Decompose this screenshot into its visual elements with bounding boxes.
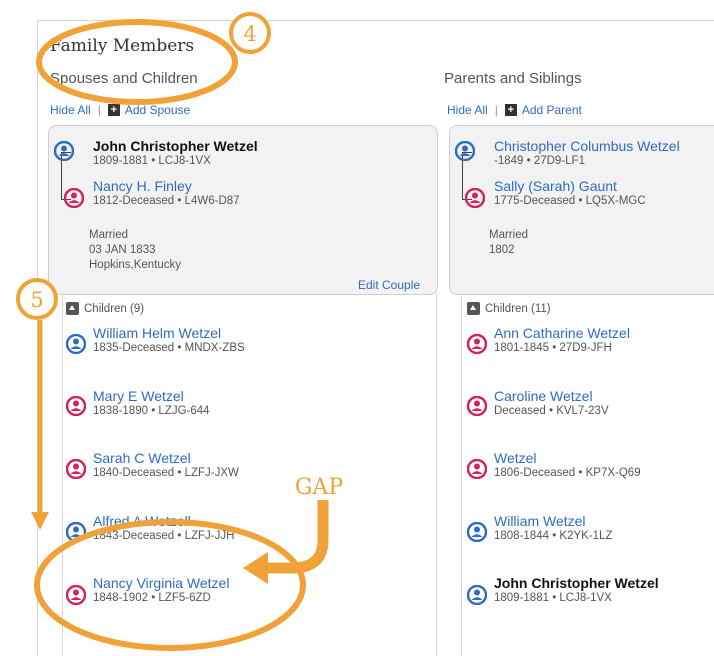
annotation-overlay: 4 5 GAP [16,12,343,651]
arrow-down-head [31,512,49,530]
highlight-ellipse-children [34,519,306,651]
highlight-ellipse-title [36,19,238,105]
gap-label: GAP [295,475,343,500]
step-4-label: 4 [243,22,256,46]
step-5-label: 5 [30,288,43,312]
gap-arrow-head [243,552,268,584]
